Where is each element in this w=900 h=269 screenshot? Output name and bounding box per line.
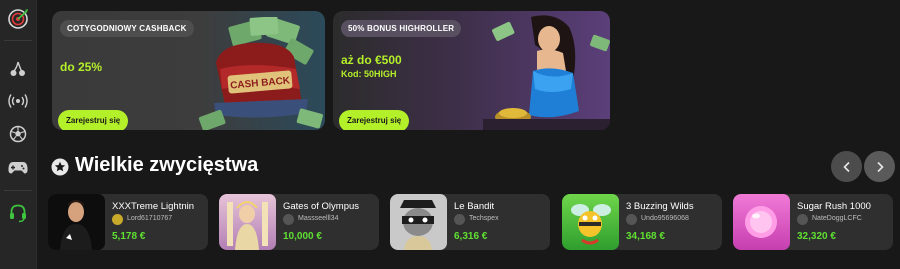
- register-button[interactable]: Zarejestruj się: [58, 110, 129, 130]
- win-card[interactable]: 3 Buzzing Wilds Undo95696068 34,168 €: [562, 194, 722, 250]
- username: Techspex: [469, 215, 499, 222]
- section-title: Wielkie zwycięstwa: [75, 154, 259, 176]
- promo-code: Kod: 50HIGH: [341, 69, 397, 79]
- win-amount: 6,316 €: [454, 231, 488, 242]
- sidebar-divider: [4, 40, 32, 41]
- win-card[interactable]: XXXTreme Lightnin Lord61710767 5,178 €: [48, 194, 208, 250]
- chevron-left-icon: [842, 161, 850, 172]
- football-icon[interactable]: [6, 122, 30, 146]
- username: Massseelll34: [298, 215, 339, 222]
- game-thumbnail: [48, 194, 105, 250]
- game-thumbnail: [733, 194, 790, 250]
- promo-badge: COTYGODNIOWY CASHBACK: [60, 20, 194, 37]
- sidebar-divider: [4, 190, 32, 191]
- game-title: XXXTreme Lightnin: [112, 201, 195, 212]
- sidebar: [0, 0, 37, 269]
- cherries-icon[interactable]: [6, 57, 30, 81]
- win-amount: 10,000 €: [283, 231, 322, 242]
- page-root: COTYGODNIOWY CASHBACK do 25% Zarejestruj…: [0, 0, 900, 269]
- cash-back-suitcase-icon: CASH BACK: [198, 17, 323, 130]
- carousel-prev-button[interactable]: [831, 151, 862, 182]
- win-amount: 5,178 €: [112, 231, 146, 242]
- game-title: Gates of Olympus: [283, 201, 360, 212]
- game-thumbnail: [562, 194, 619, 250]
- carousel-next-button[interactable]: [864, 151, 895, 182]
- promo-headline: do 25%: [60, 60, 103, 74]
- user-avatar: [112, 214, 123, 225]
- gamepad-icon[interactable]: [6, 156, 30, 180]
- highroller-woman-image: [483, 15, 610, 130]
- chevron-right-icon: [876, 161, 884, 172]
- game-title: Sugar Rush 1000: [797, 201, 871, 212]
- game-thumbnail: [390, 194, 447, 250]
- headset-support-icon[interactable]: [6, 201, 30, 225]
- game-thumbnail: [219, 194, 276, 250]
- username: Lord61710767: [127, 215, 173, 222]
- dart-icon[interactable]: [6, 7, 30, 31]
- register-button[interactable]: Zarejestruj się: [339, 110, 410, 130]
- promo-card-cashback[interactable]: COTYGODNIOWY CASHBACK do 25% Zarejestruj…: [52, 11, 325, 130]
- win-card[interactable]: Le Bandit Techspex 6,316 €: [390, 194, 550, 250]
- username: Undo95696068: [641, 215, 689, 222]
- promo-headline: aż do €500: [341, 53, 402, 67]
- live-broadcast-icon[interactable]: [6, 89, 30, 113]
- game-title: Le Bandit: [454, 201, 495, 212]
- user-avatar: [626, 214, 637, 225]
- promo-badge: 50% BONUS HIGHROLLER: [341, 20, 462, 37]
- user-avatar: [797, 214, 808, 225]
- user-avatar: [283, 214, 294, 225]
- game-title: 3 Buzzing Wilds: [626, 201, 694, 212]
- user-avatar: [454, 214, 465, 225]
- username: NateDoggLCFC: [812, 215, 862, 222]
- star-icon: [51, 158, 69, 176]
- win-amount: 32,320 €: [797, 231, 836, 242]
- win-amount: 34,168 €: [626, 231, 665, 242]
- promo-card-highroller[interactable]: 50% BONUS HIGHROLLER aż do €500 Kod: 50H…: [333, 11, 610, 130]
- win-card[interactable]: Gates of Olympus Massseelll34 10,000 €: [219, 194, 379, 250]
- win-card[interactable]: Sugar Rush 1000 NateDoggLCFC 32,320 €: [733, 194, 893, 250]
